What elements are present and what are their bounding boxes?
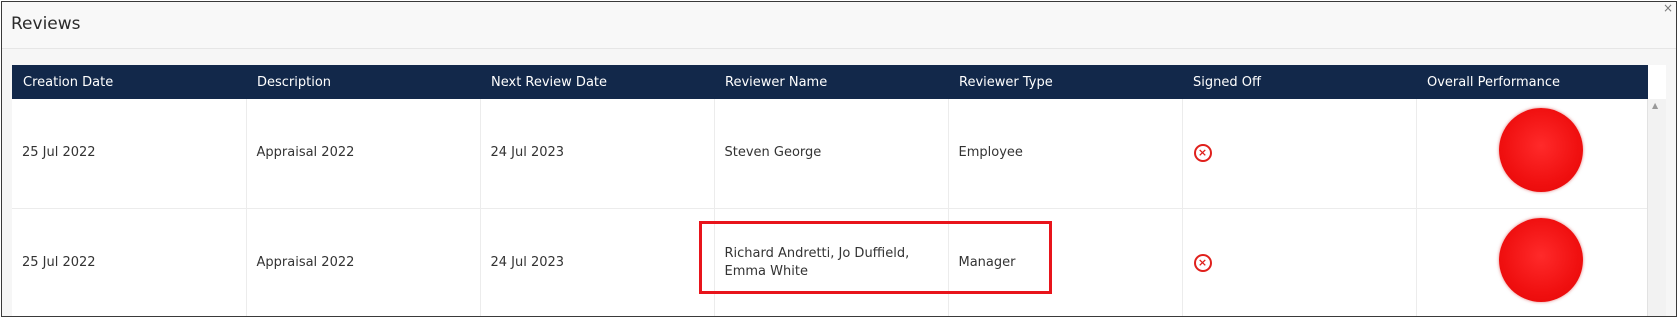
column-header-description[interactable]: Description (246, 65, 480, 99)
cell-signed-off: × (1182, 208, 1417, 316)
cell-overall-performance (1416, 208, 1648, 316)
vertical-scrollbar[interactable]: ▲ (1647, 99, 1666, 316)
panel-title: Reviews (11, 14, 81, 34)
column-header-signed-off[interactable]: Signed Off (1182, 65, 1416, 99)
cell-next-review-date: 24 Jul 2023 (480, 208, 715, 316)
table-header-row: Creation Date Description Next Review Da… (12, 65, 1648, 99)
cell-creation-date: 25 Jul 2022 (12, 208, 247, 316)
not-signed-off-icon: × (1193, 253, 1212, 272)
cell-reviewer-name: Richard Andretti, Jo Duffield, Emma Whit… (714, 208, 949, 316)
column-header-creation-date[interactable]: Creation Date (12, 65, 246, 99)
cell-overall-performance (1416, 99, 1648, 208)
reviews-panel: Reviews × Creation Date Description Next… (1, 1, 1677, 317)
scroll-up-icon[interactable]: ▲ (1652, 101, 1658, 110)
column-header-reviewer-type[interactable]: Reviewer Type (948, 65, 1182, 99)
close-icon[interactable]: × (1663, 2, 1673, 14)
cell-reviewer-type: Manager (948, 208, 1183, 316)
performance-indicator-icon (1499, 108, 1584, 193)
reviews-table-container: Creation Date Description Next Review Da… (12, 65, 1666, 316)
cell-signed-off: × (1182, 99, 1417, 208)
cell-reviewer-type: Employee (948, 99, 1183, 208)
table-row[interactable]: 25 Jul 2022 Appraisal 2022 24 Jul 2023 R… (12, 208, 1648, 316)
cell-reviewer-name: Steven George (714, 99, 949, 208)
column-header-reviewer-name[interactable]: Reviewer Name (714, 65, 948, 99)
column-header-next-review-date[interactable]: Next Review Date (480, 65, 714, 99)
reviews-table: Creation Date Description Next Review Da… (12, 65, 1648, 316)
column-header-overall-performance[interactable]: Overall Performance (1416, 65, 1648, 99)
not-signed-off-icon: × (1193, 144, 1212, 163)
table-row[interactable]: 25 Jul 2022 Appraisal 2022 24 Jul 2023 S… (12, 99, 1648, 208)
cell-creation-date: 25 Jul 2022 (12, 99, 247, 208)
cell-description: Appraisal 2022 (246, 99, 481, 208)
cell-description: Appraisal 2022 (246, 208, 481, 316)
panel-header: Reviews × (2, 2, 1676, 49)
performance-indicator-icon (1499, 217, 1584, 302)
cell-next-review-date: 24 Jul 2023 (480, 99, 715, 208)
